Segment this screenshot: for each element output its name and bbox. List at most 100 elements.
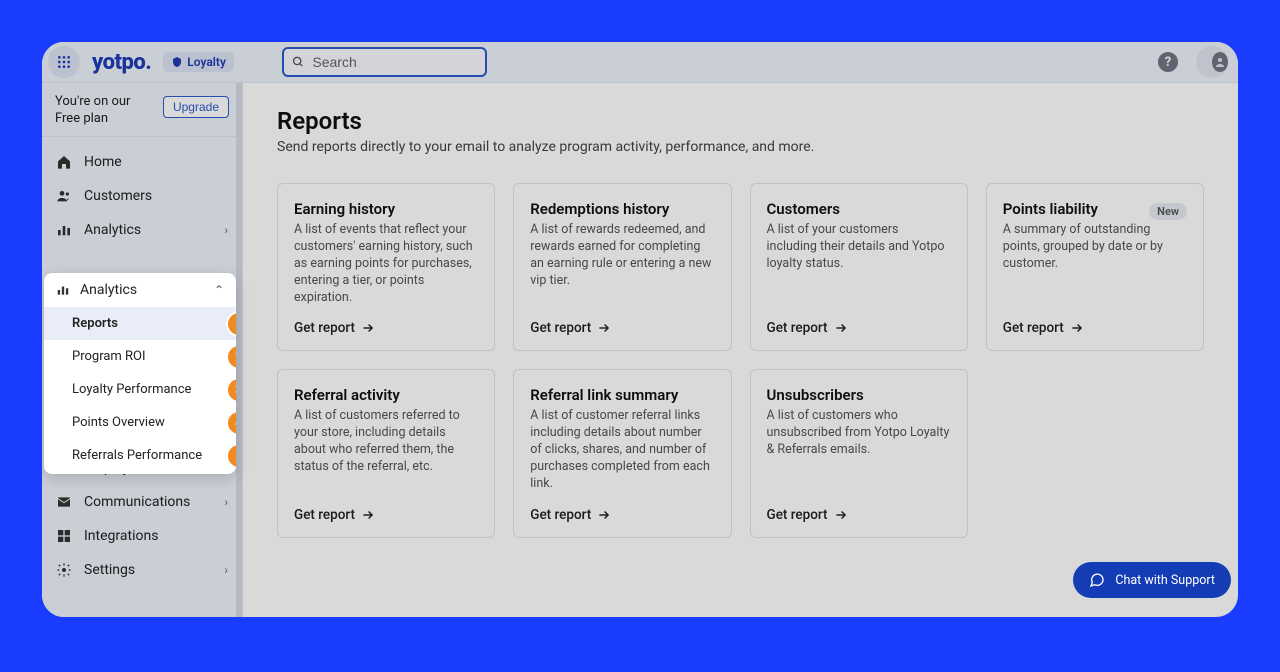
arrow-right-icon — [1070, 321, 1084, 335]
annotation-badge-2: 2 — [226, 344, 236, 370]
arrow-right-icon — [597, 321, 611, 335]
get-report-button[interactable]: Get report — [294, 306, 478, 336]
arrow-right-icon — [597, 508, 611, 522]
sidebar-item-label: Communications — [84, 494, 190, 510]
card-title: Referral activity — [294, 386, 478, 404]
page-subtitle: Send reports directly to your email to a… — [277, 139, 1204, 155]
apps-grid-icon — [56, 54, 72, 70]
get-report-button[interactable]: Get report — [530, 306, 714, 336]
help-button[interactable]: ? — [1158, 52, 1178, 72]
submenu-item-points-overview[interactable]: Points Overview 4 — [44, 406, 236, 439]
chat-label: Chat with Support — [1115, 573, 1215, 588]
card-redemptions-history: Redemptions history A list of rewards re… — [513, 183, 731, 351]
card-referral-activity: Referral activity A list of customers re… — [277, 369, 495, 537]
chat-icon — [1089, 572, 1105, 588]
get-report-button[interactable]: Get report — [294, 493, 478, 523]
cta-label: Get report — [294, 507, 355, 523]
upgrade-button[interactable]: Upgrade — [163, 96, 229, 118]
card-desc: A list of customers who unsubscribed fro… — [767, 408, 951, 459]
sidebar-item-label: Integrations — [84, 528, 158, 544]
card-title: Referral link summary — [530, 386, 714, 404]
plan-text: You're on our Free plan — [55, 94, 155, 128]
brand-logo[interactable]: yotpo. — [92, 50, 151, 75]
sidebar-item-label: Analytics — [84, 222, 141, 238]
sidebar-item-label: Home — [84, 154, 122, 170]
sidebar-item-label: Customers — [84, 188, 152, 204]
card-points-liability: Points liability New A summary of outsta… — [986, 183, 1204, 351]
card-title: Earning history — [294, 200, 478, 218]
analytics-submenu-header[interactable]: Analytics ⌃ — [44, 273, 236, 307]
arrow-right-icon — [834, 508, 848, 522]
get-report-button[interactable]: Get report — [767, 306, 951, 336]
annotation-badge-4: 4 — [226, 410, 236, 436]
submenu-item-reports[interactable]: Reports 1 — [44, 307, 236, 340]
bar-chart-icon — [56, 222, 72, 238]
sidebar-item-customers[interactable]: Customers — [42, 179, 242, 213]
chevron-right-icon: › — [224, 563, 228, 577]
submenu-item-label: Program ROI — [72, 349, 146, 364]
avatar-icon — [1212, 52, 1228, 72]
card-desc: A list of customer referral links includ… — [530, 408, 714, 492]
shield-icon — [171, 56, 183, 68]
card-title: Unsubscribers — [767, 386, 951, 404]
chevron-right-icon: › — [224, 495, 228, 509]
card-title: Points liability — [1003, 200, 1098, 218]
cta-label: Get report — [530, 320, 591, 336]
users-icon — [56, 188, 72, 204]
submenu-item-loyalty-perf[interactable]: Loyalty Performance 3 — [44, 373, 236, 406]
chat-support-button[interactable]: Chat with Support — [1073, 562, 1231, 598]
card-desc: A summary of outstanding points, grouped… — [1003, 222, 1187, 273]
chevron-up-icon: ⌃ — [214, 283, 224, 297]
report-cards-grid: Earning history A list of events that re… — [277, 183, 1204, 538]
annotation-badge-1: 1 — [226, 311, 236, 337]
arrow-right-icon — [361, 321, 375, 335]
card-earning-history: Earning history A list of events that re… — [277, 183, 495, 351]
get-report-button[interactable]: Get report — [1003, 306, 1187, 336]
cta-label: Get report — [294, 320, 355, 336]
sidebar-item-home[interactable]: Home — [42, 145, 242, 179]
submenu-item-referrals-perf[interactable]: Referrals Performance 5 — [44, 439, 236, 472]
cta-label: Get report — [530, 507, 591, 523]
mail-icon — [56, 494, 72, 510]
card-desc: A list of your customers including their… — [767, 222, 951, 273]
sidebar-item-integrations[interactable]: Integrations — [42, 519, 242, 553]
card-customers: Customers A list of your customers inclu… — [750, 183, 968, 351]
gear-icon — [56, 562, 72, 578]
submenu-item-label: Loyalty Performance — [72, 382, 191, 397]
account-wrapper[interactable] — [1196, 46, 1228, 78]
card-desc: A list of events that reflect your custo… — [294, 222, 478, 306]
submenu-item-program-roi[interactable]: Program ROI 2 — [44, 340, 236, 373]
search-input-wrapper[interactable] — [282, 47, 487, 77]
card-unsubscribers: Unsubscribers A list of customers who un… — [750, 369, 968, 537]
card-desc: A list of rewards redeemed, and rewards … — [530, 222, 714, 290]
submenu-item-label: Referrals Performance — [72, 448, 202, 463]
chevron-right-icon: › — [224, 223, 228, 237]
submenu-item-label: Points Overview — [72, 415, 165, 430]
card-referral-link-summary: Referral link summary A list of customer… — [513, 369, 731, 537]
product-badge[interactable]: Loyalty — [163, 52, 234, 72]
product-label: Loyalty — [187, 55, 226, 69]
sidebar: You're on our Free plan Upgrade Home Cus… — [42, 83, 243, 617]
top-bar: yotpo. Loyalty ? — [42, 42, 1238, 83]
cta-label: Get report — [767, 507, 828, 523]
arrow-right-icon — [834, 321, 848, 335]
page-title: Reports — [277, 107, 1204, 135]
card-title: Redemptions history — [530, 200, 714, 218]
card-title: Customers — [767, 200, 951, 218]
submenu-item-label: Reports — [72, 316, 118, 331]
apps-button[interactable] — [48, 46, 80, 78]
sidebar-item-communications[interactable]: Communications › — [42, 485, 242, 519]
new-badge: New — [1149, 203, 1187, 220]
get-report-button[interactable]: Get report — [767, 493, 951, 523]
analytics-submenu: Analytics ⌃ Reports 1 Program ROI 2 Loya… — [44, 273, 236, 474]
submenu-header-label: Analytics — [80, 282, 137, 298]
sidebar-item-settings[interactable]: Settings › — [42, 553, 242, 587]
get-report-button[interactable]: Get report — [530, 493, 714, 523]
plan-banner: You're on our Free plan Upgrade — [42, 83, 242, 137]
main-content: Reports Send reports directly to your em… — [243, 83, 1238, 617]
home-icon — [56, 154, 72, 170]
arrow-right-icon — [361, 508, 375, 522]
sidebar-item-label: Settings — [84, 562, 135, 578]
search-input[interactable] — [312, 54, 477, 70]
sidebar-item-analytics[interactable]: Analytics › — [42, 213, 242, 247]
